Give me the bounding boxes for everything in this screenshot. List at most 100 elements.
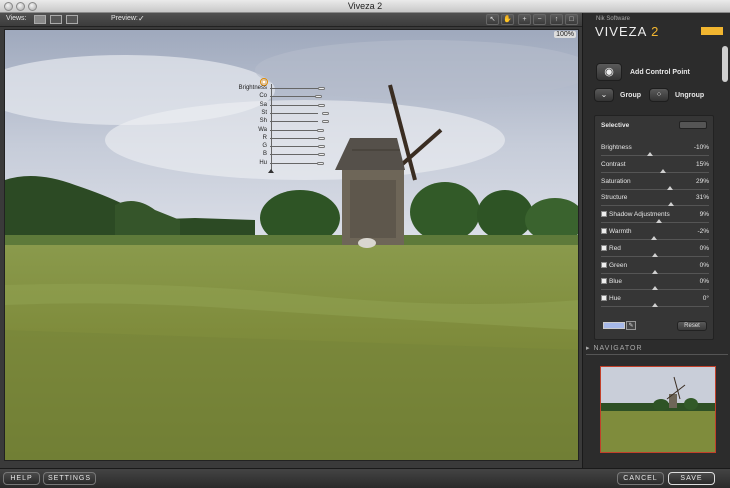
selective-title: Selective <box>601 122 630 129</box>
cancel-button[interactable]: CANCEL <box>617 472 664 485</box>
control-point-knob[interactable] <box>317 161 324 165</box>
bottom-bar: HELP SETTINGS CANCEL SAVE <box>0 468 730 488</box>
slider-name: Structure <box>601 194 628 202</box>
slider-enable-checkbox[interactable] <box>601 211 607 218</box>
slider-label: Blue <box>601 278 622 285</box>
navigator-thumbnail[interactable] <box>600 366 716 453</box>
control-point-track[interactable] <box>270 137 318 139</box>
slider-handle[interactable] <box>652 286 658 291</box>
slider-handle[interactable] <box>646 152 653 156</box>
slider-name: Saturation <box>601 177 631 185</box>
control-point-track[interactable] <box>270 121 318 123</box>
slider-enable-checkbox[interactable] <box>601 261 607 268</box>
slider-enable-checkbox[interactable] <box>601 295 607 302</box>
slider-row: Red 0% <box>601 244 709 261</box>
ungroup-label: Ungroup <box>675 92 705 99</box>
zoom-in-icon[interactable]: + <box>518 14 531 25</box>
control-point-collapse-icon[interactable] <box>268 169 274 173</box>
color-swatch[interactable] <box>603 322 625 329</box>
control-point-stem <box>271 84 272 172</box>
pointer-icon[interactable]: ↖ <box>486 14 499 25</box>
reset-button[interactable]: Reset <box>677 321 707 331</box>
control-point-track[interactable] <box>270 104 318 106</box>
control-point-knob[interactable] <box>318 136 325 140</box>
control-point-label: Hu <box>259 159 267 166</box>
slider-label: Shadow Adjustments <box>601 211 670 218</box>
slider-track[interactable] <box>601 155 709 156</box>
slider-handle[interactable] <box>652 252 658 257</box>
preview-checkbox[interactable]: ✓ <box>138 14 145 23</box>
group-button[interactable]: ⌄ <box>594 88 614 102</box>
slider-value: 31% <box>695 194 709 202</box>
control-point-label: Wa <box>258 126 267 133</box>
slider-name: Blue <box>609 278 623 286</box>
slider-value: 9% <box>699 211 709 219</box>
slider-value: 0° <box>702 295 709 303</box>
navigator-header[interactable]: ▸ NAVIGATOR <box>586 344 643 352</box>
zoom-out-icon[interactable]: − <box>533 14 546 25</box>
slider-enable-checkbox[interactable] <box>601 244 607 251</box>
photo-image <box>5 30 578 460</box>
control-point-track[interactable] <box>270 129 318 131</box>
control-point-knob[interactable] <box>322 120 329 124</box>
ungroup-button[interactable]: ⁘ <box>649 88 669 102</box>
panel-scrollbar[interactable] <box>722 46 728 82</box>
view-single-icon[interactable] <box>34 15 46 24</box>
view-split-icon[interactable] <box>50 15 62 24</box>
control-point-label: R <box>262 134 267 141</box>
control-point-knob[interactable] <box>322 111 329 115</box>
info-icon[interactable]: ↑ <box>550 14 563 25</box>
control-point-track[interactable] <box>270 154 318 156</box>
slider-track[interactable] <box>601 222 709 224</box>
slider-row: Hue 0° <box>601 295 709 311</box>
add-control-point-button[interactable]: ◉ <box>596 63 622 81</box>
slider-name: Green <box>609 261 628 269</box>
slider-label: Warmth <box>601 228 632 235</box>
slider-track[interactable] <box>601 171 709 173</box>
slider-value: 0% <box>699 261 709 269</box>
slider-enable-checkbox[interactable] <box>601 278 607 285</box>
control-point-track[interactable] <box>270 96 318 98</box>
view-side-by-side-icon[interactable] <box>66 15 78 24</box>
control-point-knob[interactable] <box>318 103 325 107</box>
slider-enable-checkbox[interactable] <box>601 228 607 234</box>
slider-track[interactable] <box>601 205 709 207</box>
slider-handle[interactable] <box>652 303 658 308</box>
slider-value: 29% <box>695 177 709 185</box>
settings-button[interactable]: SETTINGS <box>43 472 96 485</box>
eyedropper-icon[interactable]: ✎ <box>626 321 636 330</box>
slider-handle[interactable] <box>659 168 666 173</box>
views-label: Views: <box>6 15 27 22</box>
slider-row: Contrast 15% <box>601 161 709 177</box>
control-point-knob[interactable] <box>317 128 324 132</box>
slider-label: Structure <box>601 194 627 201</box>
control-point-track[interactable] <box>270 162 318 164</box>
navigator-arrow-icon: ▸ <box>586 345 591 352</box>
selective-toggle-button[interactable] <box>679 121 707 129</box>
slider-row: Green 0% <box>601 261 709 278</box>
slider-handle[interactable] <box>667 185 674 190</box>
slider-name: Hue <box>609 295 621 303</box>
slider-handle[interactable] <box>652 269 658 274</box>
slider-row: Blue 0% <box>601 278 709 294</box>
slider-handle[interactable] <box>656 219 663 224</box>
control-point-track[interactable] <box>270 112 318 114</box>
photo-canvas[interactable]: 100% Brightness Co Sa St Sh Wa R G B Hu <box>4 29 579 461</box>
slider-name: Warmth <box>609 228 632 235</box>
control-point-knob[interactable] <box>318 87 325 90</box>
control-point-track[interactable] <box>270 146 318 148</box>
slider-handle[interactable] <box>650 236 657 240</box>
brand-name: VIVEZA <box>595 24 647 39</box>
control-point-label: Brightness <box>238 85 267 91</box>
slider-name: Brightness <box>601 144 632 151</box>
fullscreen-icon[interactable]: □ <box>565 14 578 25</box>
slider-track[interactable] <box>601 188 709 190</box>
window-title: Viveza 2 <box>347 1 383 11</box>
hand-icon[interactable]: ✋ <box>501 14 514 25</box>
save-button[interactable]: SAVE <box>668 472 715 485</box>
slider-handle[interactable] <box>668 202 675 207</box>
control-point-track[interactable] <box>270 88 318 89</box>
control-point-knob[interactable] <box>315 95 322 99</box>
help-button[interactable]: HELP <box>3 472 40 485</box>
control-point-knob[interactable] <box>318 145 325 149</box>
